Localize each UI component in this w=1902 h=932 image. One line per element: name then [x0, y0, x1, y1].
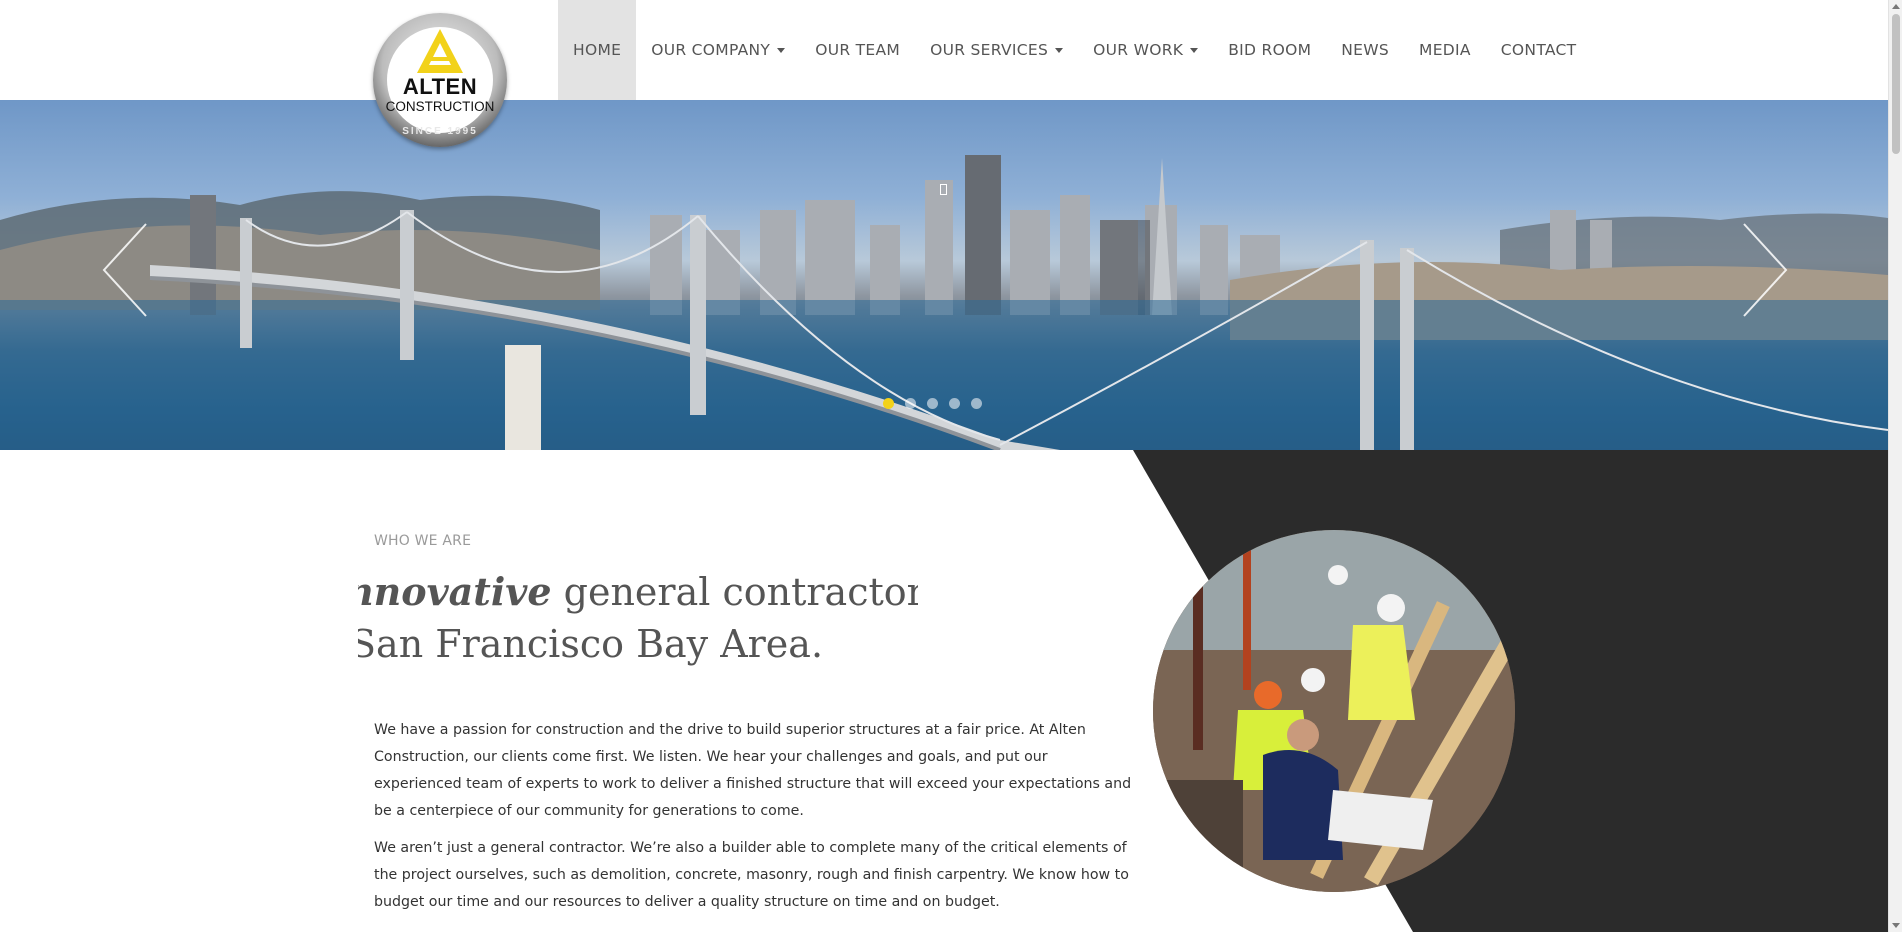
nav-label: OUR TEAM [815, 41, 901, 59]
caret-down-icon [1055, 47, 1064, 53]
headline-line1: general contractor [551, 570, 918, 614]
slider-dot[interactable] [949, 398, 960, 409]
workers-photo [1153, 530, 1515, 892]
nav-label: OUR COMPANY [651, 41, 771, 59]
intro-paragraph-1: We have a passion for construction and t… [374, 722, 1132, 819]
page: HOME OUR COMPANY OUR TEAM OUR SERVICES O… [0, 0, 1902, 932]
scroll-up-arrow-icon[interactable] [1892, 4, 1900, 9]
nav-label: HOME [573, 41, 622, 59]
nav-label: OUR WORK [1093, 41, 1184, 59]
slider-next-button[interactable] [1740, 220, 1790, 320]
headline-line2: San Francisco Bay Area. [358, 622, 824, 666]
caret-down-icon [777, 47, 786, 53]
chevron-left-icon [102, 223, 147, 317]
nav-item-our-services[interactable]: OUR SERVICES [915, 0, 1078, 100]
scrollbar-thumb[interactable] [1892, 14, 1900, 154]
nav-item-our-company[interactable]: OUR COMPANY [636, 0, 800, 100]
slider-dot[interactable] [927, 398, 938, 409]
main-nav: HOME OUR COMPANY OUR TEAM OUR SERVICES O… [558, 0, 1591, 100]
scroll-down-arrow-icon[interactable] [1892, 923, 1900, 928]
nav-item-our-team[interactable]: OUR TEAM [800, 0, 915, 100]
slider-prev-button[interactable] [100, 220, 150, 320]
site-header: HOME OUR COMPANY OUR TEAM OUR SERVICES O… [0, 0, 1888, 100]
nav-item-bid-room[interactable]: BID ROOM [1213, 0, 1326, 100]
logo-subtitle: CONSTRUCTION [385, 99, 495, 114]
section-headline: nnovative general contractor San Francis… [358, 566, 918, 676]
nav-label: MEDIA [1419, 41, 1471, 59]
nav-label: OUR SERVICES [930, 41, 1049, 59]
hero-slider [0, 100, 1888, 450]
intro-paragraph-2: We aren’t just a general contractor. We’… [374, 840, 1129, 910]
nav-item-news[interactable]: NEWS [1326, 0, 1404, 100]
nav-item-contact[interactable]: CONTACT [1486, 0, 1592, 100]
site-logo[interactable]: ALTEN CONSTRUCTION SINCE 1995 [373, 13, 507, 147]
logo-name: ALTEN [402, 74, 478, 99]
workers-photo-image [1153, 530, 1515, 892]
nav-label: NEWS [1341, 41, 1390, 59]
slider-dot[interactable] [971, 398, 982, 409]
nav-label: CONTACT [1500, 41, 1577, 59]
slider-dot[interactable] [905, 398, 916, 409]
page-scrollbar[interactable] [1888, 0, 1902, 932]
headline-emphasis: nnovative [358, 569, 552, 614]
logo-since: SINCE 1995 [402, 126, 478, 137]
slider-pagination [883, 398, 982, 409]
nav-item-home[interactable]: HOME [558, 0, 637, 100]
slider-dot[interactable] [883, 398, 894, 409]
nav-label: BID ROOM [1228, 41, 1312, 59]
caret-down-icon [1190, 47, 1199, 53]
chevron-right-icon [1743, 223, 1788, 317]
nav-item-our-work[interactable]: OUR WORK [1078, 0, 1213, 100]
section-eyebrow: WHO WE ARE [374, 533, 472, 549]
nav-item-media[interactable]: MEDIA [1404, 0, 1486, 100]
slide-marker-icon [940, 184, 947, 195]
